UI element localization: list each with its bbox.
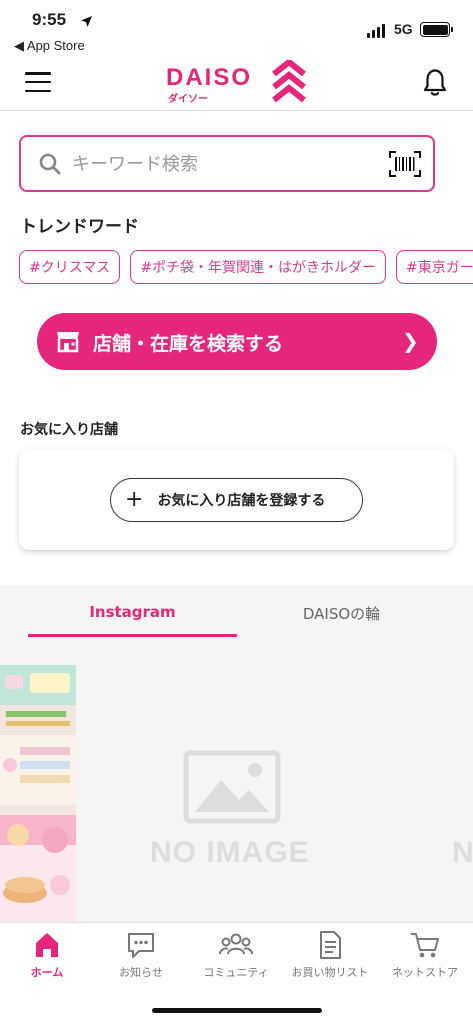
- chevron-right-icon: ❯: [402, 329, 419, 353]
- barcode-scan-icon[interactable]: [389, 151, 421, 181]
- trend-chip[interactable]: #ポチ袋・年賀関連・はがきホルダー: [130, 250, 387, 284]
- nav-item-net-store[interactable]: ネットストア: [378, 930, 472, 980]
- nav-label: お買い物リスト: [291, 966, 369, 979]
- register-favorite-label: お気に入り店舗を登録する: [157, 493, 326, 509]
- trend-chip[interactable]: #クリスマス: [19, 250, 121, 284]
- nav-item-community[interactable]: コミュニティ: [189, 930, 283, 980]
- nav-label: お知らせ: [119, 966, 163, 979]
- status-time: 9:55: [32, 10, 67, 29]
- no-image-label-partial: N: [452, 836, 473, 869]
- battery-icon: [420, 22, 450, 37]
- trend-words-title: トレンドワード: [20, 217, 139, 237]
- no-image-label: NO IMAGE: [150, 836, 310, 869]
- chat-icon: [128, 933, 154, 958]
- store-search-label: 店舗・在庫を検索する: [93, 333, 284, 355]
- signal-icon: [367, 24, 385, 38]
- nav-label: コミュニティ: [203, 966, 269, 979]
- logo-chevron-icon: [272, 58, 306, 110]
- nav-item-shopping-list[interactable]: お買い物リスト: [283, 930, 377, 980]
- location-arrow-icon: [80, 13, 93, 32]
- app-screen: 9:55 ◀ App Store 5G DAISO ダイソー キーワード検索 ト…: [0, 0, 473, 1024]
- plus-icon: +: [125, 487, 144, 512]
- header-divider: [0, 110, 473, 111]
- nav-item-home[interactable]: ホーム: [0, 930, 94, 980]
- favorite-stores-title: お気に入り店舗: [20, 422, 118, 438]
- logo-subtext: ダイソー: [168, 94, 208, 105]
- network-type: 5G: [394, 21, 413, 37]
- instagram-post-thumbnail[interactable]: [0, 665, 76, 922]
- bell-icon[interactable]: [420, 66, 450, 102]
- home-icon: [36, 933, 58, 957]
- nav-item-news[interactable]: お知らせ: [94, 930, 188, 980]
- store-icon: [56, 329, 80, 357]
- people-icon: [219, 933, 253, 955]
- hamburger-menu-icon[interactable]: [25, 70, 51, 94]
- trend-chip-list: #クリスマス #ポチ袋・年賀関連・はがきホルダー #東京ガー: [19, 250, 473, 284]
- nav-label: ネットストア: [392, 966, 458, 979]
- home-indicator: [152, 1008, 322, 1013]
- list-icon: [320, 931, 341, 959]
- tab-daiso-no-wa[interactable]: DAISOの輪: [237, 603, 446, 624]
- search-input[interactable]: [72, 150, 372, 178]
- register-favorite-store-button[interactable]: + お気に入り店舗を登録する: [110, 478, 363, 522]
- trend-chip[interactable]: #東京ガー: [396, 250, 473, 284]
- back-to-app-store[interactable]: ◀ App Store: [14, 38, 85, 54]
- logo-text: DAISO: [166, 64, 253, 91]
- cart-icon: [411, 933, 439, 958]
- nav-label: ホーム: [30, 966, 64, 979]
- active-tab-indicator: [28, 634, 237, 637]
- no-image-icon: [183, 750, 281, 828]
- search-icon: [38, 152, 62, 180]
- tab-instagram[interactable]: Instagram: [28, 603, 237, 621]
- battery-tip: [451, 27, 453, 32]
